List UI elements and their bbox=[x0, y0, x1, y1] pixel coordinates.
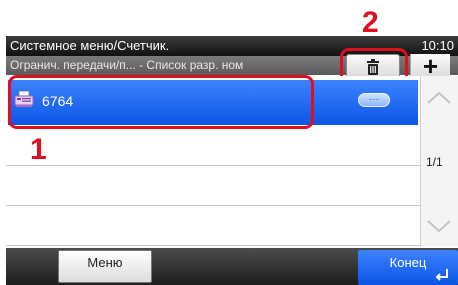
callout-number-1: 1 bbox=[30, 133, 47, 166]
chevron-up-icon bbox=[427, 91, 451, 104]
enter-icon bbox=[435, 269, 448, 281]
scroll-down-button[interactable] bbox=[420, 206, 458, 246]
breadcrumb: Огранич. передачи/п... - Список разр. но… bbox=[10, 58, 244, 72]
page-title: Системное меню/Счетчик. bbox=[10, 38, 170, 53]
detail-button[interactable]: ··· bbox=[358, 93, 390, 107]
page-indicator: 1/1 bbox=[426, 155, 443, 169]
menu-button-label: Меню bbox=[87, 255, 123, 270]
chevron-down-icon bbox=[427, 220, 451, 233]
callout-highlight-1 bbox=[8, 75, 314, 129]
callout-number-2: 2 bbox=[362, 6, 379, 39]
menu-button[interactable]: Меню bbox=[58, 250, 152, 283]
row-divider bbox=[6, 205, 420, 206]
end-button-label: Конец bbox=[389, 255, 427, 270]
scroll-up-button[interactable] bbox=[420, 78, 458, 118]
row-divider bbox=[6, 245, 420, 246]
row-divider bbox=[6, 165, 420, 166]
